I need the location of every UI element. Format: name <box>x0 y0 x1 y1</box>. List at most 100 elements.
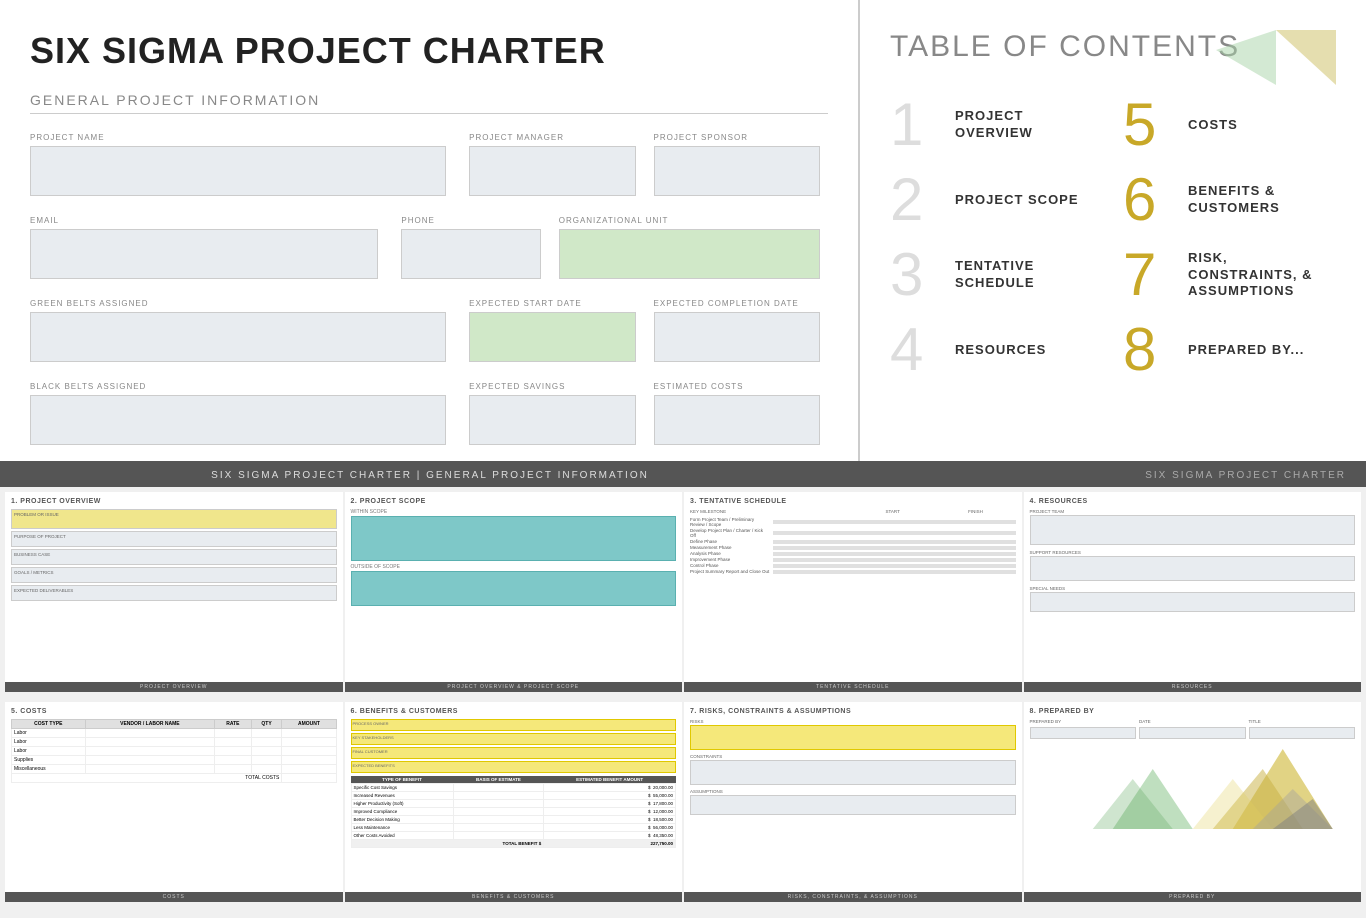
phone-input[interactable] <box>401 229 540 279</box>
toc-item-3: 3 TENTATIVE SCHEDULE <box>890 245 1103 305</box>
thumb-schedule: 3. TENTATIVE SCHEDULE KEY MILESTONE STAR… <box>684 492 1022 692</box>
gpi-header: GENERAL PROJECT INFORMATION <box>30 92 828 114</box>
benefit-row-1: Specific Cost Savings$ 20,000.00 <box>351 784 676 792</box>
banner-center-text: SIX SIGMA PROJECT CHARTER | GENERAL PROJ… <box>20 470 840 481</box>
toc-item-6: 6 BENEFITS & CUSTOMERS <box>1123 170 1336 230</box>
schedule-row-8: Project Summary Report and Close Out <box>690 569 1016 574</box>
toc-num-5: 5 <box>1123 95 1178 155</box>
phone-field: PHONE <box>401 212 548 285</box>
toc-num-4: 4 <box>890 320 945 380</box>
assumptions-box <box>690 795 1016 815</box>
toc-num-1: 1 <box>890 95 945 155</box>
thumb-benefits-title: 6. BENEFITS & CUSTOMERS <box>351 708 677 715</box>
benefit-row-6: Less Maintenance$ 56,000.00 <box>351 824 676 832</box>
savings-input[interactable] <box>469 395 635 445</box>
toc-label-4: RESOURCES <box>955 342 1046 359</box>
thumb-prepared-title: 8. PREPARED BY <box>1030 708 1356 715</box>
black-belts-input[interactable] <box>30 395 446 445</box>
project-sponsor-input[interactable] <box>654 146 820 196</box>
est-costs-field: ESTIMATED COSTS <box>654 378 828 451</box>
green-belts-input[interactable] <box>30 312 446 362</box>
toc-label-6: BENEFITS & CUSTOMERS <box>1188 183 1336 217</box>
benefit-row-3: Higher Productivity (Soft)$ 17,800.00 <box>351 800 676 808</box>
thumb-benefits: 6. BENEFITS & CUSTOMERS PROCESS OWNER KE… <box>345 702 683 902</box>
toc-num-8: 8 <box>1123 320 1178 380</box>
thumb-costs: 5. COSTS COST TYPE VENDOR / LABOR NAME R… <box>5 702 343 902</box>
cost-row-labor1: Labor <box>12 729 337 738</box>
end-date-input[interactable] <box>654 312 820 362</box>
start-date-input[interactable] <box>469 312 635 362</box>
start-date-field: EXPECTED START DATE <box>469 295 643 368</box>
benefits-table: TYPE OF BENEFIT BASIS OF ESTIMATE ESTIMA… <box>351 776 677 848</box>
problem-box: PROBLEM OR ISSUE <box>11 509 337 529</box>
toc-num-6: 6 <box>1123 170 1178 230</box>
risks-box <box>690 725 1016 750</box>
toc-item-1: 1 PROJECT OVERVIEW <box>890 95 1103 155</box>
toc-num-7: 7 <box>1123 245 1178 305</box>
schedule-row-7: Control Phase <box>690 563 1016 568</box>
thumb-resources: 4. RESOURCES PROJECT TEAM SUPPORT RESOUR… <box>1024 492 1362 692</box>
thumb-overview-banner: PROJECT OVERVIEW <box>5 682 343 692</box>
stakeholders-box: KEY STAKEHOLDERS <box>351 733 677 745</box>
project-sponsor-field: PROJECT SPONSOR <box>654 129 828 202</box>
toc-item-5: 5 COSTS <box>1123 95 1336 155</box>
green-belts-field: GREEN BELTS ASSIGNED <box>30 295 454 368</box>
toc-label-2: PROJECT SCOPE <box>955 192 1079 209</box>
toc-label-3: TENTATIVE SCHEDULE <box>955 258 1103 292</box>
prepared-input-row <box>1030 727 1356 739</box>
thumb-benefits-banner: BENEFITS & CUSTOMERS <box>345 892 683 902</box>
project-team-box <box>1030 515 1356 545</box>
cost-row-misc: Miscellaneous <box>12 765 337 774</box>
decorative-shapes <box>1216 30 1336 85</box>
toc-item-7: 7 RISK, CONSTRAINTS, & ASSUMPTIONS <box>1123 245 1336 305</box>
cost-row-supplies: Supplies <box>12 756 337 765</box>
est-costs-input[interactable] <box>654 395 820 445</box>
thumb-overview: 1. PROJECT OVERVIEW PROBLEM OR ISSUE PUR… <box>5 492 343 692</box>
email-field: EMAIL <box>30 212 386 285</box>
schedule-row-3: Define Phase <box>690 539 1016 544</box>
constraints-box <box>690 760 1016 785</box>
goals-box: GOALS / METRICS <box>11 567 337 583</box>
charter-title: SIX SIGMA PROJECT CHARTER <box>30 30 828 72</box>
toc-grid: 1 PROJECT OVERVIEW 5 COSTS 2 PROJECT SCO… <box>890 95 1336 380</box>
toc-num-2: 2 <box>890 170 945 230</box>
prepared-by-row: PREPARED BY DATE TITLE <box>1030 719 1356 724</box>
toc-label-1: PROJECT OVERVIEW <box>955 108 1103 142</box>
project-manager-input[interactable] <box>469 146 635 196</box>
process-owner-box: PROCESS OWNER <box>351 719 677 731</box>
thumb-schedule-title: 3. TENTATIVE SCHEDULE <box>690 498 1016 505</box>
thumb-costs-banner: COSTS <box>5 892 343 902</box>
project-name-input[interactable] <box>30 146 446 196</box>
thumb-overview-title: 1. PROJECT OVERVIEW <box>11 498 337 505</box>
benefit-row-5: Better Decision Making$ 18,500.00 <box>351 816 676 824</box>
cost-row-labor2: Labor <box>12 738 337 747</box>
thumb-scope-banner: PROJECT OVERVIEW & PROJECT SCOPE <box>345 682 683 692</box>
thumb-risks: 7. RISKS, CONSTRAINTS & ASSUMPTIONS RISK… <box>684 702 1022 902</box>
thumb-schedule-banner: TENTATIVE SCHEDULE <box>684 682 1022 692</box>
toc-item-4: 4 RESOURCES <box>890 320 1103 380</box>
banner-strip: SIX SIGMA PROJECT CHARTER | GENERAL PROJ… <box>0 464 1366 487</box>
savings-field: EXPECTED SAVINGS <box>469 378 643 451</box>
benefit-row-7: Other Costs Avoided$ 48,350.00 <box>351 832 676 840</box>
cost-total-row: TOTAL COSTS <box>12 774 337 783</box>
toc-label-8: PREPARED BY... <box>1188 342 1304 359</box>
top-thumbnails: 1. PROJECT OVERVIEW PROBLEM OR ISSUE PUR… <box>0 487 1366 697</box>
toc-label-7: RISK, CONSTRAINTS, & ASSUMPTIONS <box>1188 250 1336 301</box>
special-needs-box <box>1030 592 1356 612</box>
within-scope-box <box>351 516 677 561</box>
thumb-prepared-banner: PREPARED BY <box>1024 892 1362 902</box>
costs-table: COST TYPE VENDOR / LABOR NAME RATE QTY A… <box>11 719 337 783</box>
outside-scope-box <box>351 571 677 606</box>
thumb-scope: 2. PROJECT SCOPE WITHIN SCOPE OUTSIDE OF… <box>345 492 683 692</box>
toc-item-8: 8 PREPARED BY... <box>1123 320 1336 380</box>
expected-benefits-box: EXPECTED BENEFITS <box>351 761 677 773</box>
email-input[interactable] <box>30 229 378 279</box>
benefit-row-4: Improved Compliance$ 12,000.00 <box>351 808 676 816</box>
benefit-row-2: Increased Revenues$ 55,000.00 <box>351 792 676 800</box>
schedule-row-4: Measurement Phase <box>690 545 1016 550</box>
thumb-costs-title: 5. COSTS <box>11 708 337 715</box>
org-unit-input[interactable] <box>559 229 820 279</box>
thumb-resources-banner: RESOURCES <box>1024 682 1362 692</box>
toc-item-2: 2 PROJECT SCOPE <box>890 170 1103 230</box>
project-manager-field: PROJECT MANAGER <box>469 129 643 202</box>
